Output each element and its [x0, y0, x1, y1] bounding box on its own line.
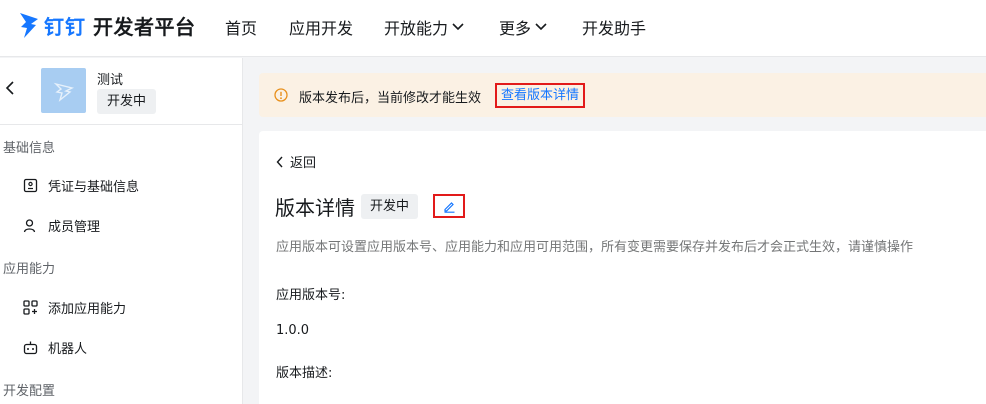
credential-icon	[23, 178, 38, 193]
info-icon	[274, 88, 288, 102]
nav-app-dev[interactable]: 应用开发	[289, 15, 353, 39]
platform-name: 开发者平台	[93, 14, 196, 39]
nav-home[interactable]: 首页	[225, 15, 257, 39]
version-number-value: 1.0.0	[276, 323, 310, 338]
back-label: 返回	[290, 156, 317, 171]
notice-text: 版本发布后，当前修改才能生效	[299, 91, 482, 106]
chevron-down-icon	[452, 23, 464, 31]
version-detail-panel: 返回 版本详情 开发中 应用版本可设置应用版本号、应用能力和应用可用范围，所有变…	[259, 131, 986, 404]
brand-name: 钉钉	[44, 14, 86, 39]
chevron-down-icon	[535, 23, 547, 31]
sidebar: 测试 开发中 基础信息 凭证与基础信息 成员管理 应用能力 添加应用能力 机器人…	[0, 58, 243, 404]
chevron-left-icon[interactable]	[5, 80, 15, 96]
page-description: 应用版本可设置应用版本号、应用能力和应用可用范围，所有变更需要保存并发布后才会正…	[276, 240, 914, 255]
dingtalk-wing-icon	[20, 13, 38, 38]
nav-dev-assistant-label: 开发助手	[582, 19, 647, 38]
member-icon	[23, 219, 36, 233]
version-number-label: 应用版本号:	[276, 288, 346, 303]
sidebar-group-basic-info: 基础信息	[3, 141, 56, 156]
app-avatar	[41, 68, 86, 113]
sidebar-item-add-capability[interactable]: 添加应用能力	[23, 298, 126, 317]
view-version-details-link[interactable]: 查看版本详情	[495, 83, 586, 108]
sidebar-item-robot[interactable]: 机器人	[23, 338, 87, 357]
nav-open-capability-label: 开放能力	[384, 19, 449, 38]
nav-open-capability[interactable]: 开放能力	[384, 15, 464, 39]
nav-home-label: 首页	[225, 19, 258, 38]
pencil-icon	[443, 201, 454, 213]
add-capability-icon	[23, 300, 38, 315]
app-header: 测试 开发中	[0, 58, 242, 125]
top-nav: 钉钉 开发者平台 首页 应用开发 开放能力 更多 开发助手	[0, 0, 986, 57]
dingtalk-logo[interactable]: 钉钉 开发者平台	[18, 8, 196, 42]
publish-notice: 版本发布后，当前修改才能生效 查看版本详情	[259, 73, 986, 117]
sidebar-item-label: 机器人	[48, 342, 88, 357]
edit-button[interactable]	[433, 194, 465, 218]
nav-more-label: 更多	[499, 19, 532, 38]
version-description-label: 版本描述:	[276, 366, 333, 381]
sidebar-item-members[interactable]: 成员管理	[23, 216, 100, 235]
sidebar-item-label: 凭证与基础信息	[48, 180, 140, 195]
status-badge: 开发中	[361, 194, 419, 219]
back-link[interactable]: 返回	[276, 152, 316, 171]
robot-icon	[23, 341, 38, 355]
app-logo-icon	[53, 82, 74, 102]
nav-more[interactable]: 更多	[499, 15, 547, 39]
app-status-badge: 开发中	[97, 89, 157, 114]
sidebar-item-label: 成员管理	[48, 220, 101, 235]
sidebar-item-credentials[interactable]: 凭证与基础信息	[23, 176, 139, 195]
page-title: 版本详情	[275, 196, 355, 220]
sidebar-item-label: 添加应用能力	[48, 302, 127, 317]
app-name: 测试	[97, 73, 124, 88]
sidebar-group-dev-config: 开发配置	[3, 384, 56, 399]
chevron-left-icon	[276, 156, 283, 167]
sidebar-group-app-capability: 应用能力	[3, 262, 56, 277]
nav-app-dev-label: 应用开发	[289, 19, 354, 38]
nav-dev-assistant[interactable]: 开发助手	[582, 15, 646, 39]
